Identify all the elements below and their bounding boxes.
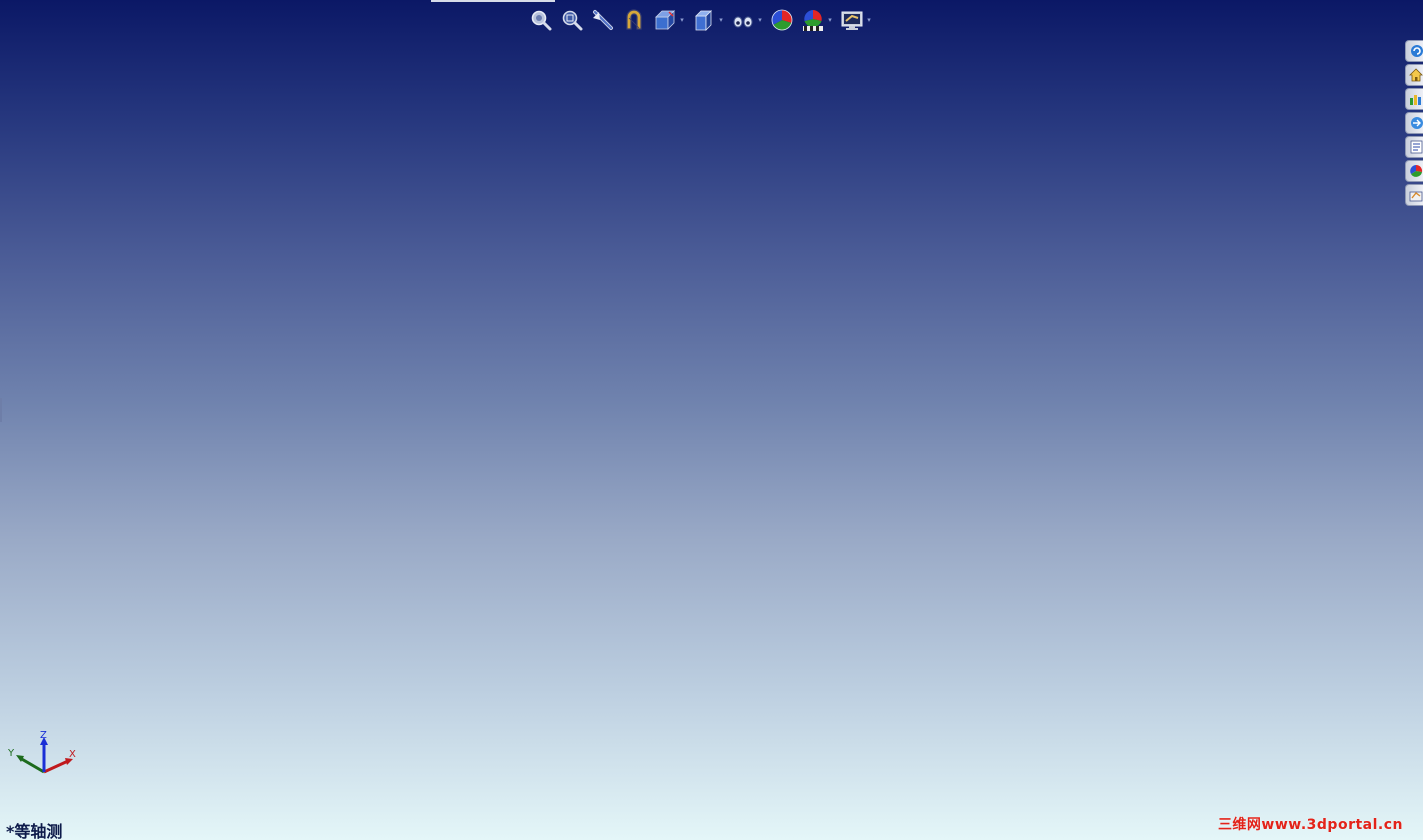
reference-triad: Z Y X [6, 728, 82, 778]
view-settings-icon[interactable] [838, 6, 866, 34]
appearances-scenes-icon[interactable] [1405, 160, 1423, 182]
custom-properties-icon[interactable] [1405, 184, 1423, 206]
panel-splitter-handle[interactable] [0, 398, 2, 422]
display-style-dropdown-icon[interactable]: ▾ [718, 6, 724, 34]
edit-appearance-icon[interactable] [768, 6, 796, 34]
view-settings-dropdown-icon[interactable]: ▾ [866, 6, 872, 34]
previous-view-icon[interactable] [589, 6, 617, 34]
zoom-to-area-icon[interactable] [558, 6, 586, 34]
triad-x-label: X [69, 749, 76, 760]
view-orientation-dropdown-icon[interactable]: ▾ [679, 6, 685, 34]
section-view-icon[interactable] [620, 6, 648, 34]
view-orientation-label: *等轴测 [6, 822, 63, 840]
search-results-icon[interactable] [1405, 136, 1423, 158]
apply-scene-dropdown-icon[interactable]: ▾ [827, 6, 833, 34]
hide-show-items-icon[interactable] [729, 6, 757, 34]
file-explorer-icon[interactable] [1405, 88, 1423, 110]
solidworks-resources-icon[interactable] [1405, 40, 1423, 62]
hide-show-dropdown-icon[interactable]: ▾ [757, 6, 763, 34]
graphics-area[interactable] [0, 0, 1423, 840]
triad-y-label: Y [7, 748, 15, 759]
window-tab-strip [431, 0, 555, 2]
display-style-icon[interactable] [690, 6, 718, 34]
zoom-to-fit-icon[interactable] [527, 6, 555, 34]
task-pane-tabs [1405, 40, 1423, 208]
apply-scene-icon[interactable] [799, 6, 827, 34]
view-orientation-icon[interactable] [651, 6, 679, 34]
watermark: 三维网www.3dportal.cn [1217, 817, 1403, 833]
view-palette-icon[interactable] [1405, 112, 1423, 134]
heads-up-view-toolbar: ▾ ▾ ▾ ▾ ▾ [527, 6, 877, 34]
triad-z-label: Z [40, 730, 47, 741]
design-library-icon[interactable] [1405, 64, 1423, 86]
